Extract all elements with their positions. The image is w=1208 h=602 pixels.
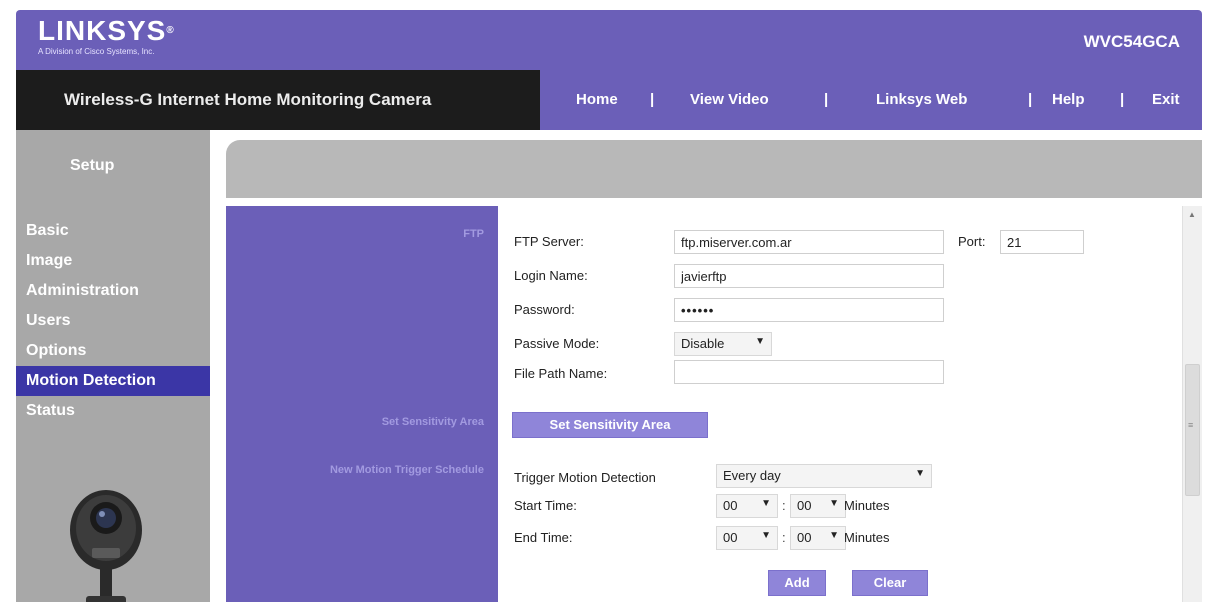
- nav-separator: |: [650, 91, 655, 108]
- port-input[interactable]: [1000, 230, 1084, 254]
- section-label-column: FTP Set Sensitivity Area New Motion Trig…: [226, 206, 498, 602]
- password-input[interactable]: [674, 298, 944, 322]
- linksys-logo: LINKSYS® A Division of Cisco Systems, In…: [38, 15, 175, 57]
- sensitivity-section-label: Set Sensitivity Area: [381, 416, 484, 428]
- end-hour-select[interactable]: 00 ▼: [716, 526, 778, 550]
- nav-separator: |: [1028, 91, 1033, 108]
- chevron-down-icon: ▼: [915, 468, 925, 479]
- motion-detection-form: FTP Server: Port: Login Name: Password: …: [498, 206, 1182, 602]
- trigger-motion-label: Trigger Motion Detection: [514, 470, 656, 485]
- start-minute-select[interactable]: 00 ▼: [790, 494, 846, 518]
- ftp-server-input[interactable]: [674, 230, 944, 254]
- header-bar: LINKSYS® A Division of Cisco Systems, In…: [16, 10, 1202, 70]
- app-window: LINKSYS® A Division of Cisco Systems, In…: [0, 0, 1208, 602]
- end-time-label: End Time:: [514, 530, 573, 545]
- nav-linksys-web-link[interactable]: Linksys Web: [876, 91, 967, 108]
- start-time-label: Start Time:: [514, 498, 577, 513]
- passive-mode-value: Disable: [681, 336, 725, 351]
- start-minute-value: 00: [797, 498, 812, 513]
- login-name-input[interactable]: [674, 264, 944, 288]
- passive-mode-label: Passive Mode:: [514, 336, 600, 351]
- content-banner: [226, 140, 1202, 198]
- end-minute-select[interactable]: 00 ▼: [790, 526, 846, 550]
- chevron-down-icon: ▼: [761, 530, 771, 541]
- nav-separator: |: [1120, 91, 1125, 108]
- end-hour-value: 00: [723, 530, 738, 545]
- ftp-section-label: FTP: [463, 228, 484, 240]
- product-title: Wireless-G Internet Home Monitoring Came…: [64, 90, 432, 109]
- model-name: WVC54GCA: [1083, 32, 1180, 51]
- scrollbar-thumb[interactable]: [1185, 364, 1200, 496]
- sidebar-item-image[interactable]: Image: [16, 246, 210, 276]
- schedule-section-label: New Motion Trigger Schedule: [329, 464, 484, 476]
- nav-help-link[interactable]: Help: [1052, 91, 1085, 108]
- logo-subtitle: A Division of Cisco Systems, Inc.: [38, 47, 155, 56]
- sidebar: Setup Basic Image Administration Users O…: [16, 130, 210, 602]
- login-name-label: Login Name:: [514, 268, 588, 283]
- logo-text: LINKSYS: [38, 15, 167, 46]
- sidebar-section-title: Setup: [70, 157, 115, 174]
- clear-schedule-button[interactable]: Clear: [852, 570, 928, 596]
- sidebar-item-administration[interactable]: Administration: [16, 276, 210, 306]
- trigger-schedule-select[interactable]: Every day ▼: [716, 464, 932, 488]
- nav-separator: |: [824, 91, 829, 108]
- end-minute-value: 00: [797, 530, 812, 545]
- time-separator: :: [782, 498, 786, 513]
- nav-view-video-link[interactable]: View Video: [690, 91, 769, 108]
- sidebar-item-users[interactable]: Users: [16, 306, 210, 336]
- minutes-label: Minutes: [844, 498, 890, 513]
- passive-mode-select[interactable]: Disable ▼: [674, 332, 772, 356]
- minutes-label: Minutes: [844, 530, 890, 545]
- set-sensitivity-area-button[interactable]: Set Sensitivity Area: [512, 412, 708, 438]
- sidebar-item-options[interactable]: Options: [16, 336, 210, 366]
- scroll-grip-icon: ≡: [1188, 420, 1194, 430]
- port-label: Port:: [958, 234, 986, 249]
- trigger-schedule-value: Every day: [723, 468, 781, 483]
- product-title-area: Wireless-G Internet Home Monitoring Came…: [16, 70, 540, 130]
- start-hour-select[interactable]: 00 ▼: [716, 494, 778, 518]
- add-schedule-button[interactable]: Add: [768, 570, 826, 596]
- file-path-input[interactable]: [674, 360, 944, 384]
- scroll-up-arrow-icon[interactable]: ▲: [1188, 210, 1196, 219]
- chevron-down-icon: ▼: [829, 530, 839, 541]
- start-hour-value: 00: [723, 498, 738, 513]
- file-path-label: File Path Name:: [514, 366, 608, 381]
- vertical-scrollbar[interactable]: ▲ ≡: [1182, 206, 1202, 602]
- nav-links: Home | View Video | Linksys Web | Help |…: [540, 70, 1202, 130]
- sidebar-item-status[interactable]: Status: [16, 396, 210, 426]
- chevron-down-icon: ▼: [829, 498, 839, 509]
- nav-home-link[interactable]: Home: [576, 91, 618, 108]
- chevron-down-icon: ▼: [755, 336, 765, 347]
- nav-exit-link[interactable]: Exit: [1152, 91, 1180, 108]
- time-separator: :: [782, 530, 786, 545]
- sidebar-item-basic[interactable]: Basic: [16, 216, 210, 246]
- ftp-server-label: FTP Server:: [514, 234, 584, 249]
- chevron-down-icon: ▼: [761, 498, 771, 509]
- navigation-bar: Wireless-G Internet Home Monitoring Came…: [16, 70, 1202, 130]
- sidebar-item-motion-detection[interactable]: Motion Detection: [16, 366, 210, 396]
- webcam-icon: [70, 490, 142, 602]
- password-label: Password:: [514, 302, 575, 317]
